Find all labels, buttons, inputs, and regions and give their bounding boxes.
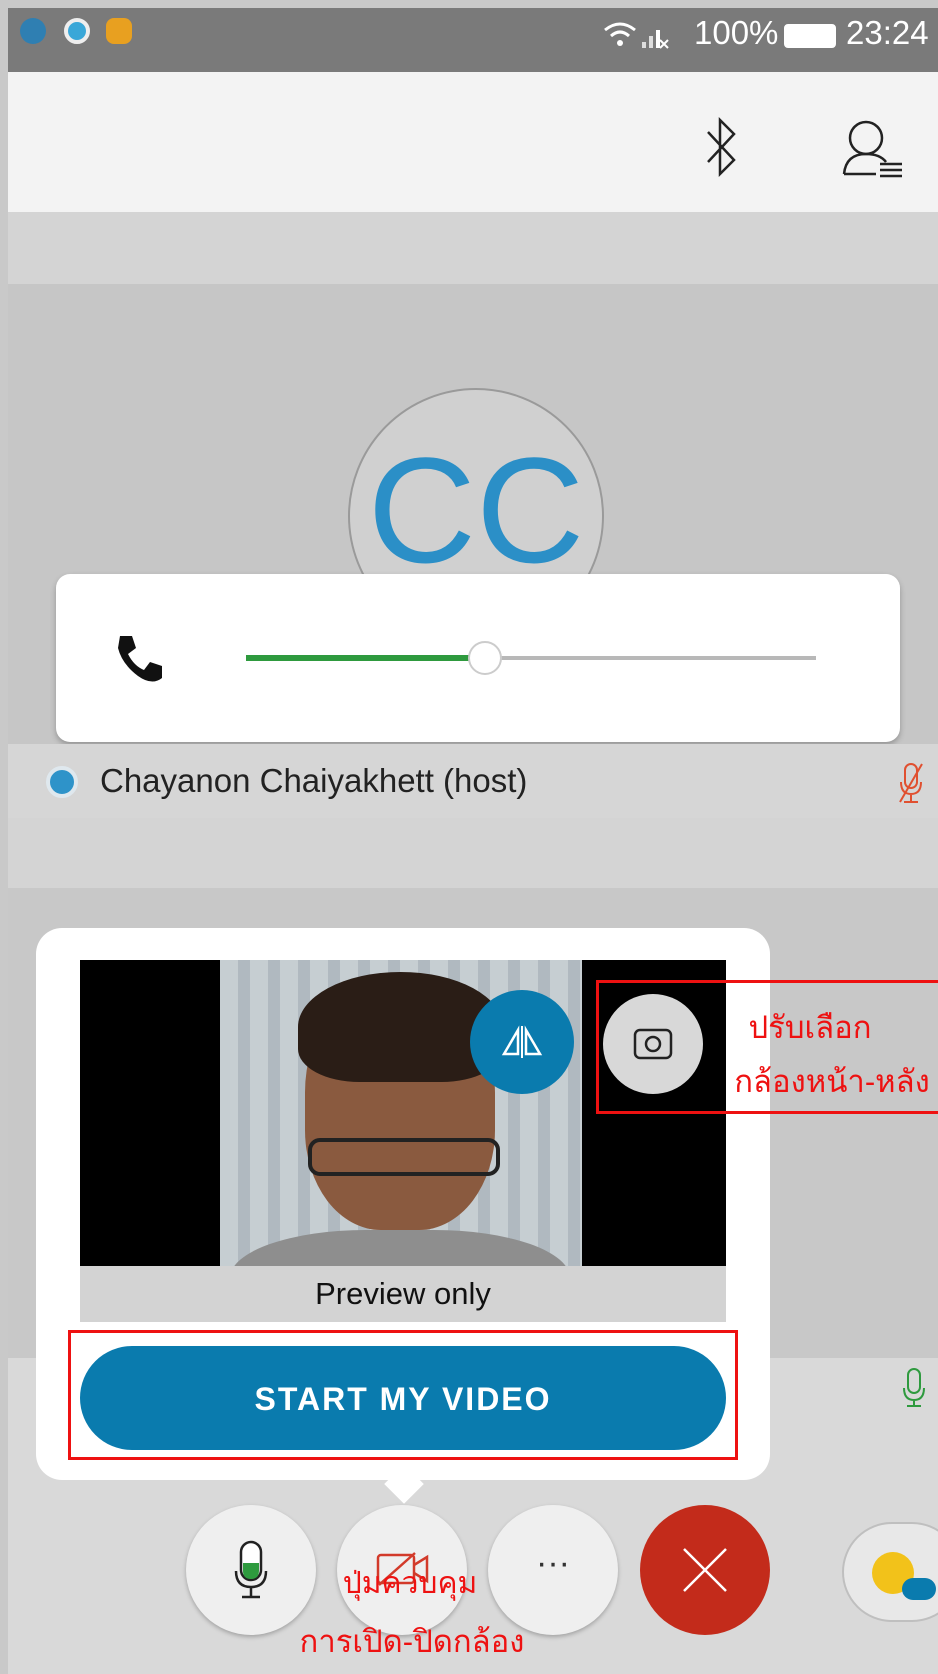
battery-icon	[784, 24, 836, 48]
divider-band	[8, 818, 938, 888]
app-notification-icon	[106, 18, 132, 44]
toggle-badge-icon	[902, 1578, 936, 1600]
end-call-button[interactable]	[640, 1505, 770, 1635]
avatar-initials: CC	[367, 426, 585, 594]
preview-label: Preview only	[315, 1276, 491, 1311]
mirror-video-button[interactable]	[470, 990, 574, 1094]
mic-active-icon	[903, 1368, 925, 1407]
meeting-toolbar	[8, 72, 938, 212]
microphone-icon	[234, 1540, 268, 1599]
divider-band	[8, 212, 938, 284]
annotation-camera-switch-line1: ปรับเลือก	[748, 1010, 872, 1045]
participants-icon[interactable]	[840, 116, 906, 178]
gallery-notification-icon	[20, 18, 46, 44]
phone-icon	[118, 636, 162, 682]
signal-icon	[642, 30, 669, 49]
battery-percent: 100%	[694, 14, 779, 51]
participant-name: Chayanon Chaiyakhett (host)	[100, 762, 528, 799]
annotation-camera-toggle-line1: ปุ่มควบคุม	[342, 1567, 478, 1600]
clock: 23:24	[846, 14, 929, 51]
volume-slider-fill	[246, 655, 485, 661]
webex-notification-icon	[64, 18, 90, 44]
volume-slider-thumb[interactable]	[468, 641, 502, 675]
reactions-button[interactable]	[842, 1522, 938, 1622]
person-glasses	[308, 1138, 500, 1176]
bluetooth-icon[interactable]	[704, 116, 738, 178]
wifi-icon	[604, 22, 636, 46]
close-icon	[683, 1548, 727, 1592]
mirror-icon	[501, 1025, 543, 1058]
annotation-camera-switch-line2: กล้องหน้า-หลัง	[734, 1064, 930, 1099]
webex-logo-icon	[46, 766, 78, 798]
start-my-video-button[interactable]: START MY VIDEO	[80, 1346, 726, 1450]
muted-mic-icon[interactable]	[896, 760, 926, 806]
annotation-camera-toggle-line2: การเปิด-ปิดกล้อง	[299, 1624, 525, 1659]
